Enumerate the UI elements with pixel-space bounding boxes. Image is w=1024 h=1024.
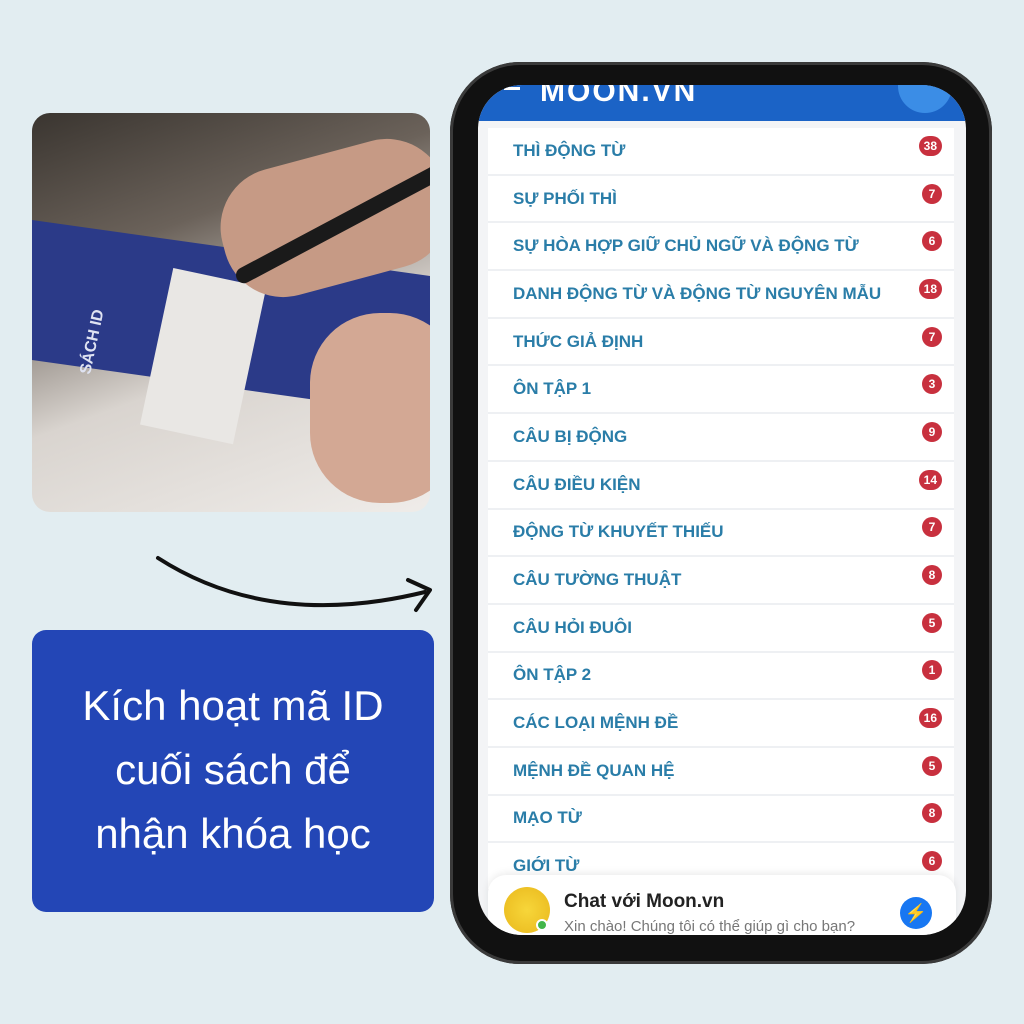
hand (310, 313, 430, 503)
topic-label: THÌ ĐỘNG TỪ (513, 140, 626, 160)
count-badge: 7 (922, 517, 942, 538)
count-badge: 38 (918, 135, 942, 156)
count-badge: 18 (918, 278, 942, 299)
topic-item[interactable]: MẠO TỪ 8 (488, 795, 954, 844)
book-photo: SÁCH ID (32, 113, 430, 512)
topic-item[interactable]: SỰ HÒA HỢP GIỮ CHỦ NGỮ VÀ ĐỘNG TỪ 6 (488, 223, 954, 272)
topic-label: GIỚI TỪ (513, 856, 580, 876)
app-logo[interactable]: MOON.VN (540, 85, 697, 109)
menu-icon[interactable] (504, 87, 520, 90)
topic-label: CÂU ĐIỀU KIỆN (513, 474, 641, 494)
count-badge: 16 (918, 708, 942, 729)
count-badge: 6 (922, 851, 942, 872)
topic-item[interactable]: CÂU TƯỜNG THUẬT 8 (488, 557, 954, 605)
caption-line: nhận khóa học (95, 810, 371, 857)
online-status-icon (536, 919, 548, 931)
chat-subtitle: Xin chào! Chúng tôi có thể giúp gì cho b… (564, 918, 856, 935)
topic-item[interactable]: ĐỘNG TỪ KHUYẾT THIẾU 7 (488, 509, 954, 558)
topic-item[interactable]: SỰ PHỐI THÌ 7 (488, 175, 954, 224)
caption-line: Kích hoạt mã ID (82, 682, 384, 729)
messenger-icon[interactable]: ⚡ (900, 897, 932, 929)
user-avatar[interactable] (898, 85, 952, 113)
topic-item[interactable]: CÂU BỊ ĐỘNG 9 (488, 414, 954, 462)
topic-list: THÌ ĐỘNG TỪ 38 SỰ PHỐI THÌ 7 SỰ HÒA HỢP GIỮ … (488, 128, 954, 891)
count-badge: 7 (922, 326, 942, 347)
topic-item[interactable]: THÌ ĐỘNG TỪ 38 (488, 128, 954, 176)
count-badge: 8 (922, 803, 942, 824)
caption-box: Kích hoạt mã ID cuối sách để nhận khóa h… (32, 630, 434, 912)
topic-label: SỰ HÒA HỢP GIỮ CHỦ NGỮ VÀ ĐỘNG TỪ (513, 236, 859, 256)
count-badge: 6 (922, 231, 942, 252)
topic-label: CÂU HỎI ĐUÔI (513, 617, 632, 637)
app-header: MOON.VN (478, 85, 966, 121)
topic-label: THỨC GIẢ ĐỊNH (513, 331, 644, 351)
topic-label: CÂU BỊ ĐỘNG (513, 426, 628, 446)
arrow-icon (156, 556, 432, 612)
topic-item[interactable]: THỨC GIẢ ĐỊNH 7 (488, 318, 954, 367)
topic-item[interactable]: ÔN TẬP 1 3 (488, 366, 954, 415)
topic-label: CÁC LOẠI MỆNH ĐỀ (513, 713, 679, 733)
topic-item[interactable]: ÔN TẬP 2 1 (488, 652, 954, 701)
count-badge: 1 (922, 660, 942, 681)
count-badge: 14 (918, 469, 942, 490)
topic-label: CÂU TƯỜNG THUẬT (513, 570, 682, 590)
topic-label: MỆNH ĐỀ QUAN HỆ (513, 760, 675, 780)
topic-item[interactable]: CÁC LOẠI MỆNH ĐỀ 16 (488, 700, 954, 748)
count-badge: 9 (922, 421, 942, 442)
caption-line: cuối sách để (115, 746, 351, 793)
count-badge: 7 (922, 183, 942, 204)
topic-label: ÔN TẬP 1 (513, 379, 592, 399)
chat-widget[interactable]: Chat với Moon.vn Xin chào! Chúng tôi có … (488, 875, 956, 935)
topic-item[interactable]: DANH ĐỘNG TỪ VÀ ĐỘNG TỪ NGUYÊN MẪU 18 (488, 271, 954, 319)
count-badge: 3 (922, 374, 942, 395)
count-badge: 5 (922, 755, 942, 776)
count-badge: 8 (922, 565, 942, 586)
topic-label: ĐỘNG TỪ KHUYẾT THIẾU (513, 522, 724, 542)
topic-label: ÔN TẬP 2 (513, 665, 592, 685)
topic-label: DANH ĐỘNG TỪ VÀ ĐỘNG TỪ NGUYÊN MẪU (513, 283, 882, 303)
chat-title: Chat với Moon.vn (564, 891, 725, 912)
count-badge: 5 (922, 612, 942, 633)
topic-label: SỰ PHỐI THÌ (513, 188, 617, 208)
topic-item[interactable]: CÂU HỎI ĐUÔI 5 (488, 604, 954, 653)
phone-screen: MOON.VN THÌ ĐỘNG TỪ 38 SỰ PHỐI THÌ 7 SỰ HÒA … (478, 85, 966, 935)
topic-item[interactable]: MỆNH ĐỀ QUAN HỆ 5 (488, 747, 954, 796)
topic-label: MẠO TỪ (513, 808, 582, 828)
topic-item[interactable]: CÂU ĐIỀU KIỆN 14 (488, 461, 954, 510)
